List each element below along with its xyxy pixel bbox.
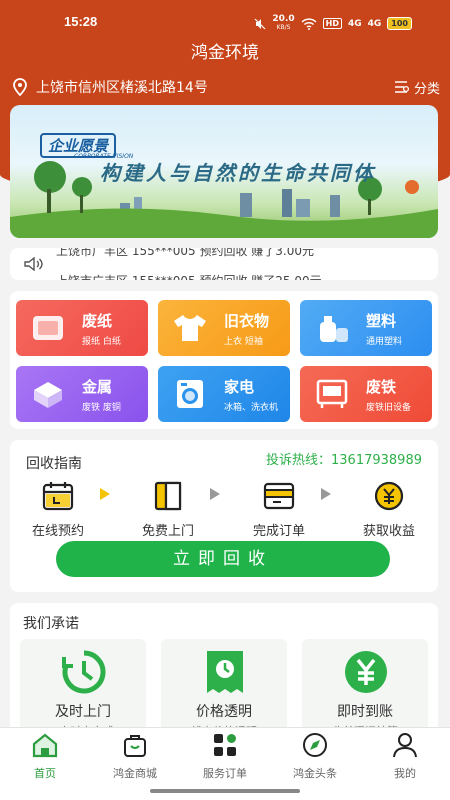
promise-card: 价格透明 线上价格透明 <box>161 639 287 733</box>
promise-name: 价格透明 <box>196 704 252 720</box>
category-label: 分类 <box>413 81 440 97</box>
speaker-icon <box>24 257 43 271</box>
location-address[interactable]: 上饶市信州区楮溪北路14号 <box>36 77 208 97</box>
category-clothes[interactable]: 旧衣物 上衣 短袖 <box>158 300 290 356</box>
our-promise: 我们承诺 及时上门 2小时内完成 价格透明 线上价格透明 即时到账 收单瞬间结算 <box>10 603 438 733</box>
shop-icon <box>124 735 146 757</box>
wifi-icon <box>301 17 317 30</box>
category-sub: 废铁旧设备 <box>366 403 412 413</box>
category-appliance[interactable]: 家电 冰箱、洗衣机 <box>158 366 290 422</box>
step-arrow <box>210 488 220 500</box>
category-sub: 废铁 废铜 <box>82 403 121 413</box>
promise-title: 我们承诺 <box>23 616 79 632</box>
home-icon <box>32 733 58 758</box>
ticker-line: 上饶市广丰区 155***005 预约回收 赚了3.00元 <box>56 248 314 258</box>
category-sub: 冰箱、洗衣机 <box>224 403 279 413</box>
step-online-booking: 在线预约 <box>13 480 103 539</box>
tab-news[interactable]: 鸿金头条 <box>275 732 355 781</box>
category-grid: 废纸 报纸 白纸 旧衣物 上衣 短袖 塑料 通用塑料 金属 废铁 废铜 家电 冰… <box>10 291 438 429</box>
step-complete-order: 完成订单 <box>234 480 324 539</box>
paper-icon <box>33 316 63 340</box>
yuan-icon <box>345 651 387 693</box>
tab-label: 鸿金头条 <box>293 767 337 780</box>
step-label: 在线预约 <box>31 524 84 539</box>
promo-banner[interactable]: 企业愿景 CORPORATE VISION 构建人与自然的生命共同体 <box>10 105 438 238</box>
tab-label: 我的 <box>394 767 416 780</box>
hd-badge: HD <box>322 18 342 29</box>
grid-icon <box>214 734 236 756</box>
tab-orders[interactable]: 服务订单 <box>185 732 265 781</box>
door-icon <box>154 481 182 511</box>
ticker-line: 上饶市广丰区 155***005 预约回收 赚了25.00元 <box>56 272 322 280</box>
category-sub: 通用塑料 <box>366 337 403 347</box>
promise-card: 及时上门 2小时内完成 <box>20 639 146 733</box>
category-name: 金属 <box>82 378 113 396</box>
category-name: 废铁 <box>366 378 397 396</box>
category-name: 家电 <box>224 378 255 396</box>
tab-label: 首页 <box>34 767 56 780</box>
app-title: 鸿金环境 <box>191 43 259 63</box>
bottle-icon <box>320 316 348 342</box>
category-sub: 报纸 白纸 <box>82 337 121 347</box>
tab-label: 服务订单 <box>203 767 247 780</box>
category-plastic[interactable]: 塑料 通用塑料 <box>300 300 432 356</box>
receipt-icon <box>207 651 243 693</box>
category-button[interactable]: 分类 <box>394 78 440 97</box>
notice-ticker: 上饶市广丰区 155***005 预约回收 赚了3.00元 上饶市广丰区 155… <box>10 248 438 280</box>
complaint-hotline[interactable]: 投诉热线：13617938989 <box>266 449 422 468</box>
shirt-icon <box>174 315 206 341</box>
washer-icon <box>177 380 203 408</box>
step-arrow <box>321 488 331 500</box>
step-label: 免费上门 <box>141 524 194 539</box>
category-metal[interactable]: 金属 废铁 废铜 <box>16 366 148 422</box>
step-free-pickup: 免费上门 <box>123 480 213 539</box>
guide-title: 回收指南 <box>26 456 82 472</box>
category-scrap-iron[interactable]: 废铁 废铁旧设备 <box>300 366 432 422</box>
category-name: 废纸 <box>82 312 113 330</box>
device-icon <box>316 379 348 408</box>
location-bar[interactable]: 上饶市信州区楮溪北路14号 分类 <box>12 76 440 98</box>
user-icon <box>393 733 417 758</box>
mute-icon <box>254 18 266 29</box>
tab-mine[interactable]: 我的 <box>365 732 445 781</box>
promise-name: 及时上门 <box>55 704 111 720</box>
status-bar: 15:28 20.0 KB/S HD 4G 4G 100 <box>0 14 450 34</box>
compass-icon <box>303 733 327 757</box>
net-speed: 20.0 KB/S <box>272 14 295 32</box>
promise-card: 即时到账 收单瞬间结算 <box>302 639 428 733</box>
step-label: 获取收益 <box>362 524 415 539</box>
tab-label: 鸿金商城 <box>113 767 157 780</box>
recycle-now-button[interactable]: 立即回收 <box>56 541 390 577</box>
step-label: 完成订单 <box>252 524 305 539</box>
clock-icon <box>62 650 106 694</box>
status-time: 15:28 <box>64 14 98 29</box>
signal-1: 4G <box>347 18 362 29</box>
promise-name: 即时到账 <box>337 704 393 720</box>
category-list-icon <box>394 81 410 93</box>
step-get-income: 获取收益 <box>344 480 434 539</box>
step-arrow <box>100 488 110 500</box>
category-name: 塑料 <box>366 312 397 330</box>
signal-2: 4G <box>367 18 382 29</box>
category-paper[interactable]: 废纸 报纸 白纸 <box>16 300 148 356</box>
tab-home[interactable]: 首页 <box>5 732 85 781</box>
location-pin-icon <box>13 78 27 96</box>
battery-indicator: 100 <box>387 17 412 30</box>
category-name: 旧衣物 <box>224 312 270 330</box>
status-icons: 20.0 KB/S HD 4G 4G 100 <box>254 15 412 32</box>
metal-icon <box>34 382 62 408</box>
wallet-icon <box>263 482 295 510</box>
calendar-icon <box>42 482 74 511</box>
home-indicator[interactable] <box>150 789 300 793</box>
recycle-guide: 回收指南 投诉热线：13617938989 在线预约 免费上门 完成订单 获取收… <box>10 440 438 592</box>
category-sub: 上衣 短袖 <box>224 337 263 347</box>
banner-slogan: 构建人与自然的生命共同体 <box>100 161 376 185</box>
coin-icon <box>374 481 404 511</box>
tab-shop[interactable]: 鸿金商城 <box>95 732 175 781</box>
